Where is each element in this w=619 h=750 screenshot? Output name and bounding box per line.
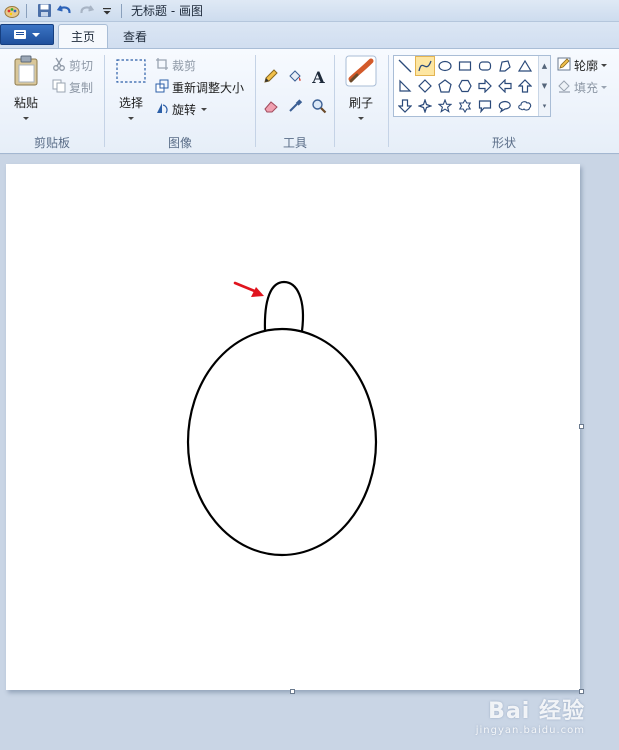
paste-button[interactable]: 粘贴 — [8, 55, 44, 120]
undo-icon[interactable] — [56, 2, 74, 20]
paste-label: 粘贴 — [13, 96, 38, 110]
magnifier-tool[interactable] — [308, 97, 329, 118]
selection-rectangle-icon — [115, 58, 147, 87]
scissors-icon — [52, 57, 66, 74]
brushes-button[interactable]: 刷子 — [341, 55, 381, 120]
tools-group: A 工具 — [256, 49, 334, 153]
ribbon: 粘贴 剪切 复制 剪贴板 选择 裁剪 重新调整大小 旋转 图像 A 工具 刷子 … — [0, 48, 619, 154]
select-label: 选择 — [118, 96, 143, 110]
tab-home[interactable]: 主页 — [58, 24, 109, 48]
crop-icon — [155, 57, 169, 74]
magnifier-icon — [311, 98, 327, 117]
rotate-icon — [155, 101, 169, 118]
copy-icon — [52, 79, 66, 96]
title-bar: 无标题 - 画图 — [0, 0, 619, 22]
select-button[interactable]: 选择 — [113, 58, 149, 120]
eraser-tool[interactable] — [260, 97, 281, 118]
redo-icon[interactable] — [77, 2, 95, 20]
eyedropper-icon — [287, 98, 303, 117]
drawing-canvas[interactable] — [6, 164, 580, 690]
clipboard-icon — [12, 55, 40, 90]
resize-icon — [155, 79, 169, 96]
watermark-sub: jingyan.baidu.com — [475, 725, 585, 736]
clipboard-group: 粘贴 剪切 复制 剪贴板 — [0, 49, 104, 153]
cut-label: 剪切 — [69, 59, 94, 73]
chevron-down-icon — [201, 108, 208, 111]
fill-tool[interactable] — [284, 67, 305, 88]
clipboard-group-label: 剪贴板 — [33, 136, 70, 150]
image-group: 选择 裁剪 重新调整大小 旋转 图像 — [105, 49, 255, 153]
document-icon — [14, 30, 26, 39]
chevron-down-icon — [32, 32, 40, 37]
drawing-layer — [186, 280, 378, 557]
watermark-main: Bai 经验 — [488, 699, 585, 724]
rotate-button[interactable]: 旋转 — [155, 101, 208, 118]
pencil-tool[interactable] — [260, 67, 281, 88]
text-tool[interactable]: A — [308, 67, 329, 88]
resize-button[interactable]: 重新调整大小 — [155, 79, 244, 96]
crop-label: 裁剪 — [172, 59, 197, 73]
color-picker-tool[interactable] — [284, 97, 305, 118]
chevron-down-icon — [23, 117, 29, 120]
image-group-label: 图像 — [167, 136, 192, 150]
bottle-body-stroke — [186, 327, 378, 557]
file-menu-button[interactable] — [0, 24, 54, 45]
rotate-label: 旋转 — [172, 103, 197, 117]
copy-label: 复制 — [69, 81, 94, 95]
window-title: 无标题 - 画图 — [131, 4, 203, 18]
chevron-down-icon — [358, 117, 364, 120]
resize-handle-right[interactable] — [579, 424, 584, 429]
paint-bucket-icon — [287, 68, 303, 87]
brushes-group: 刷子 — [335, 49, 387, 153]
red-arrow-shaft — [233, 281, 259, 294]
resize-label: 重新调整大小 — [172, 81, 245, 95]
eraser-icon — [263, 98, 279, 117]
cut-button[interactable]: 剪切 — [52, 57, 93, 74]
baidu-watermark: Bai 经验 jingyan.baidu.com — [476, 693, 585, 736]
pencil-icon — [263, 68, 279, 87]
customize-toolbar-icon[interactable] — [98, 2, 116, 20]
brushes-label: 刷子 — [348, 96, 373, 110]
ribbon-tab-row: 主页 查看 — [0, 22, 619, 48]
divider — [26, 3, 27, 18]
bottle-neck-stroke — [263, 280, 304, 332]
copy-button[interactable]: 复制 — [52, 79, 93, 96]
shapes-group-label: 形状 — [491, 136, 516, 150]
tools-group-label: 工具 — [282, 136, 307, 150]
shapes-group: 形状 — [389, 49, 619, 153]
tab-view[interactable]: 查看 — [111, 24, 159, 48]
save-icon[interactable] — [35, 2, 53, 20]
chevron-down-icon — [128, 117, 134, 120]
resize-handle-bottom[interactable] — [290, 689, 295, 694]
divider — [121, 3, 122, 18]
crop-button[interactable]: 裁剪 — [155, 57, 196, 74]
brush-icon — [345, 55, 377, 90]
paint-app-icon[interactable] — [3, 2, 21, 20]
red-arrow-head — [251, 287, 264, 297]
